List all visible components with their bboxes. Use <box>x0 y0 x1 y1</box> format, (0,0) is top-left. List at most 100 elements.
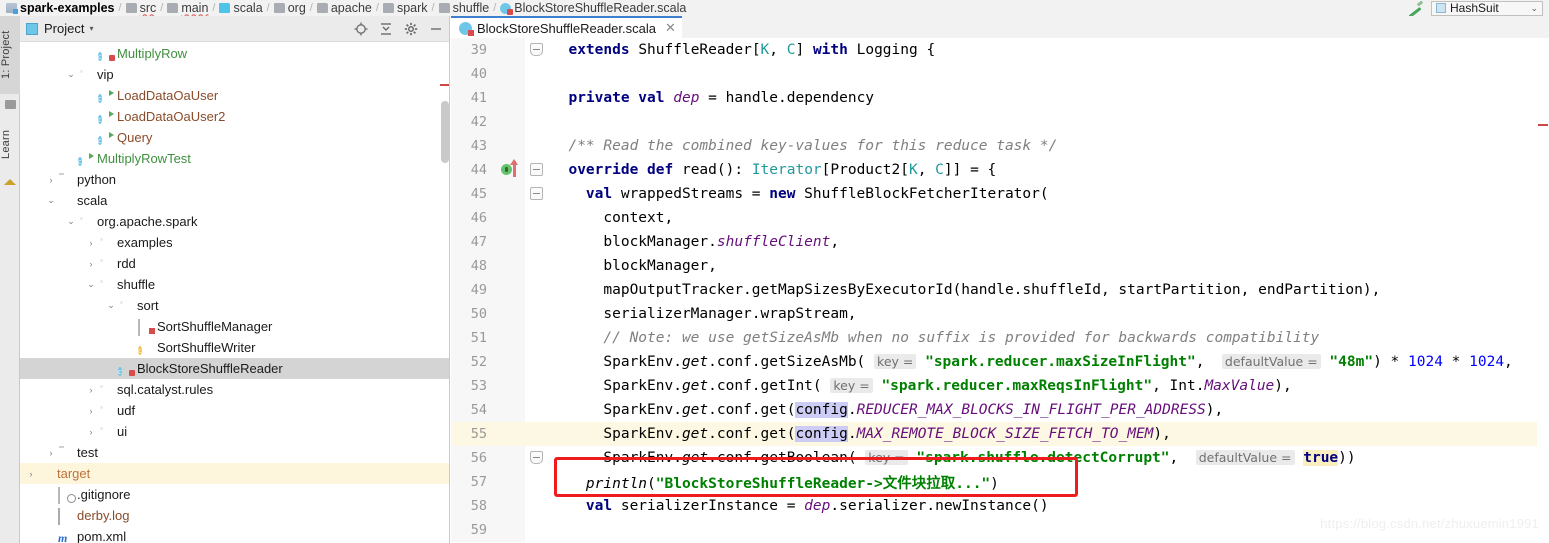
chevron-right-icon[interactable]: › <box>24 469 38 479</box>
chevron-right-icon[interactable]: › <box>44 448 58 458</box>
code-area[interactable]: 39 extends ShuffleReader[K, C] with Logg… <box>451 38 1549 543</box>
fold-gutter[interactable] <box>525 278 547 302</box>
fold-gutter[interactable] <box>525 350 547 374</box>
tree-item-sortshufflewriter[interactable]: ›cSortShuffleWriter <box>20 337 449 358</box>
editor-gutter[interactable] <box>497 110 525 134</box>
code-line-44[interactable]: 44 override def read(): Iterator[Product… <box>451 158 1549 182</box>
tree-item-loaddataoauser2[interactable]: ›cLoadDataOaUser2 <box>20 106 449 127</box>
tree-item-examples[interactable]: › examples <box>20 232 449 253</box>
fold-gutter[interactable] <box>525 206 547 230</box>
editor-gutter[interactable] <box>497 254 525 278</box>
chevron-right-icon[interactable]: › <box>84 427 98 437</box>
tree-item-loaddataoauser[interactable]: ›cLoadDataOaUser <box>20 85 449 106</box>
editor-gutter[interactable] <box>497 350 525 374</box>
editor-gutter[interactable] <box>497 494 525 518</box>
error-marker[interactable] <box>1538 124 1548 126</box>
tree-item-python[interactable]: › python <box>20 169 449 190</box>
breadcrumb-item-src[interactable]: src <box>125 1 156 15</box>
tree-item-query[interactable]: ›cQuery <box>20 127 449 148</box>
fold-gutter[interactable] <box>525 158 547 182</box>
fold-toggle-icon[interactable] <box>530 451 543 464</box>
breadcrumb-item-main[interactable]: main <box>167 1 208 15</box>
code-line-49[interactable]: 49 mapOutputTracker.getMapSizesByExecuto… <box>451 278 1549 302</box>
code-line-39[interactable]: 39 extends ShuffleReader[K, C] with Logg… <box>451 38 1549 62</box>
code-line-52[interactable]: 52 SparkEnv.get.conf.getSizeAsMb( key = … <box>451 350 1549 374</box>
editor-gutter[interactable] <box>497 134 525 158</box>
tree-item-sql-catalyst-rules[interactable]: › sql.catalyst.rules <box>20 379 449 400</box>
editor-gutter[interactable] <box>497 326 525 350</box>
fold-gutter[interactable] <box>525 374 547 398</box>
breadcrumb-item-spark[interactable]: spark <box>382 1 428 15</box>
tree-item-ui[interactable]: › ui <box>20 421 449 442</box>
fold-gutter[interactable] <box>525 62 547 86</box>
tree-item--gitignore[interactable]: ›.gitignore <box>20 484 449 505</box>
code-line-50[interactable]: 50 serializerManager.wrapStream, <box>451 302 1549 326</box>
fold-gutter[interactable] <box>525 422 547 446</box>
code-line-48[interactable]: 48 blockManager, <box>451 254 1549 278</box>
editor-gutter[interactable] <box>497 470 525 494</box>
override-arrow-icon[interactable] <box>510 159 518 177</box>
code-line-47[interactable]: 47 blockManager.shuffleClient, <box>451 230 1549 254</box>
editor-gutter[interactable] <box>497 62 525 86</box>
fold-gutter[interactable] <box>525 230 547 254</box>
fold-gutter[interactable] <box>525 398 547 422</box>
tree-item-derby-log[interactable]: ›derby.log <box>20 505 449 526</box>
project-scrollbar-thumb[interactable] <box>441 101 449 163</box>
fold-toggle-icon[interactable] <box>530 163 543 176</box>
fold-gutter[interactable] <box>525 182 547 206</box>
code-line-53[interactable]: 53 SparkEnv.get.conf.getInt( key = "spar… <box>451 374 1549 398</box>
fold-gutter[interactable] <box>525 326 547 350</box>
breadcrumb-item-shuffle[interactable]: shuffle <box>438 1 489 15</box>
tree-item-blockstoreshufflereader[interactable]: ›cBlockStoreShuffleReader <box>20 358 449 379</box>
chevron-down-icon[interactable]: ⌄ <box>104 300 118 311</box>
fold-gutter[interactable] <box>525 470 547 494</box>
editor-marker-strip[interactable] <box>1537 38 1549 543</box>
editor-gutter[interactable] <box>497 86 525 110</box>
fold-gutter[interactable] <box>525 518 547 542</box>
fold-toggle-icon[interactable] <box>530 43 543 56</box>
code-line-43[interactable]: 43 /** Read the combined key-values for … <box>451 134 1549 158</box>
tree-item-multiplyrowtest[interactable]: ›cMultiplyRowTest <box>20 148 449 169</box>
code-line-40[interactable]: 40 <box>451 62 1549 86</box>
tree-item-rdd[interactable]: › rdd <box>20 253 449 274</box>
editor-gutter[interactable] <box>497 158 525 182</box>
editor-gutter[interactable] <box>497 518 525 542</box>
fold-gutter[interactable] <box>525 254 547 278</box>
chevron-right-icon[interactable]: › <box>84 238 98 248</box>
chevron-down-icon[interactable]: ⌄ <box>64 216 78 227</box>
tree-item-udf[interactable]: › udf <box>20 400 449 421</box>
chevron-right-icon[interactable]: › <box>84 406 98 416</box>
code-line-54[interactable]: 54 SparkEnv.get.conf.get(config.REDUCER_… <box>451 398 1549 422</box>
breadcrumb-item-spark-examples[interactable]: spark-examples <box>6 1 115 15</box>
fold-gutter[interactable] <box>525 86 547 110</box>
editor-gutter[interactable] <box>497 422 525 446</box>
tree-item-pom-xml[interactable]: ›mpom.xml <box>20 526 449 543</box>
minimize-icon[interactable] <box>429 22 443 36</box>
breadcrumb-item-scala[interactable]: scala <box>219 1 263 15</box>
gear-icon[interactable] <box>404 22 418 36</box>
fold-gutter[interactable] <box>525 446 547 470</box>
tree-item-shuffle[interactable]: ⌄ shuffle <box>20 274 449 295</box>
tree-item-sortshufflemanager[interactable]: ›SortShuffleManager <box>20 316 449 337</box>
fold-gutter[interactable] <box>525 38 547 62</box>
code-line-46[interactable]: 46 context, <box>451 206 1549 230</box>
code-line-55[interactable]: 55 SparkEnv.get.conf.get(config.MAX_REMO… <box>451 422 1549 446</box>
editor-tab-blockstoreshufflereader[interactable]: BlockStoreShuffleReader.scala ✕ <box>451 16 682 38</box>
fold-gutter[interactable] <box>525 494 547 518</box>
code-line-41[interactable]: 41 private val dep = handle.dependency <box>451 86 1549 110</box>
locate-icon[interactable] <box>354 22 368 36</box>
editor-gutter[interactable] <box>497 206 525 230</box>
chevron-right-icon[interactable]: › <box>44 175 58 185</box>
code-line-51[interactable]: 51 // Note: we use getSizeAsMb when no s… <box>451 326 1549 350</box>
tree-item-multiplyrow[interactable]: ›cMultiplyRow <box>20 43 449 64</box>
code-line-42[interactable]: 42 <box>451 110 1549 134</box>
fold-gutter[interactable] <box>525 134 547 158</box>
run-gutter-icon[interactable] <box>501 164 512 175</box>
editor-gutter[interactable] <box>497 302 525 326</box>
editor-gutter[interactable] <box>497 374 525 398</box>
fold-gutter[interactable] <box>525 110 547 134</box>
editor-gutter[interactable] <box>497 278 525 302</box>
tree-item-target[interactable]: › target <box>20 463 449 484</box>
tree-item-vip[interactable]: ⌄ vip <box>20 64 449 85</box>
chevron-right-icon[interactable]: › <box>84 385 98 395</box>
